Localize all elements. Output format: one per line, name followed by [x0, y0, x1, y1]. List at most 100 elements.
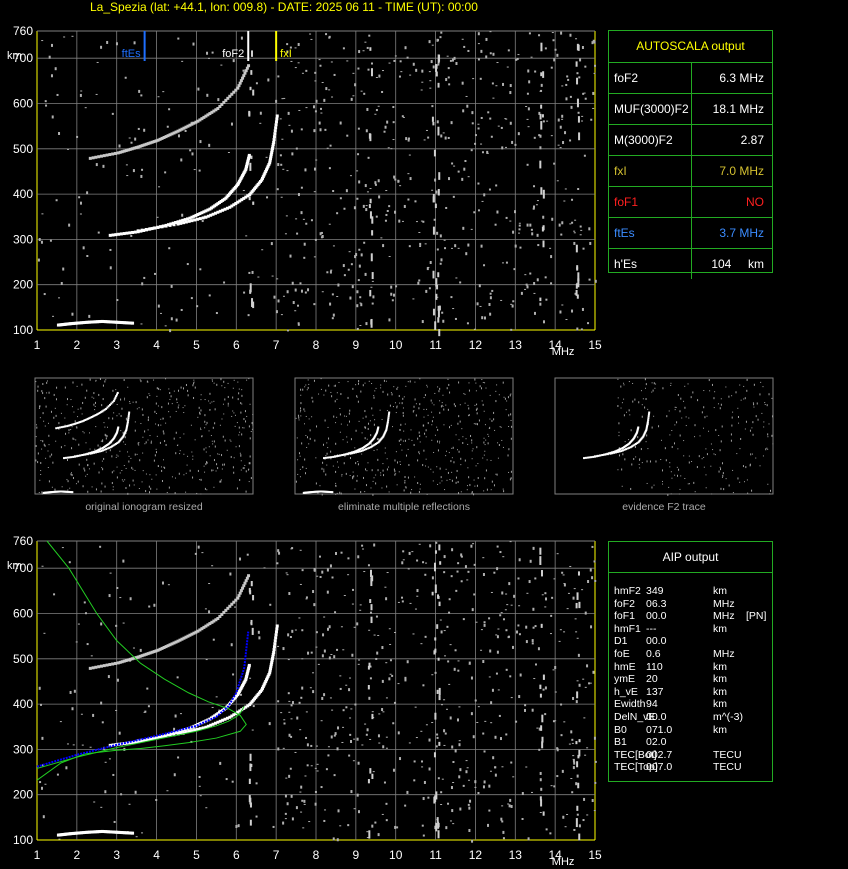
thumbnail-noise-dot	[38, 491, 40, 493]
thumbnail-noise-dot	[69, 487, 71, 489]
thumbnail-noise-dot	[327, 426, 329, 428]
noise-streak	[542, 674, 545, 680]
noise-dot	[251, 729, 254, 731]
aip-key: D1	[614, 635, 628, 648]
noise-streak	[575, 244, 578, 253]
noise-dot	[310, 219, 313, 222]
noise-dot	[307, 288, 310, 292]
thumbnail-noise-dot	[86, 389, 88, 392]
noise-dot	[371, 711, 374, 713]
noise-dot	[308, 821, 311, 823]
noise-dot	[508, 582, 511, 586]
noise-dot	[510, 328, 513, 331]
thumbnail-noise-dot	[462, 436, 464, 438]
trace-point	[94, 155, 98, 159]
aip-value: 06.3	[646, 597, 667, 610]
thumbnail-noise-dot	[303, 423, 305, 425]
noise-dot	[153, 603, 156, 607]
noise-dot	[492, 97, 495, 99]
autoscala-value: 2.87	[740, 133, 764, 147]
thumbnail-noise-dot	[505, 409, 507, 411]
noise-dot	[566, 75, 569, 78]
thumbnail-noise-dot	[464, 459, 466, 462]
noise-dot	[68, 223, 71, 227]
noise-dot	[451, 162, 454, 165]
noise-dot	[480, 116, 483, 119]
thumbnail-noise-dot	[458, 492, 460, 495]
noise-dot	[294, 67, 297, 69]
noise-dot	[116, 678, 119, 682]
noise-dot	[381, 813, 384, 815]
aip-unit: km	[713, 723, 727, 736]
noise-streak	[248, 795, 251, 803]
thumbnail-noise-dot	[715, 429, 717, 432]
thumbnail-noise-dot	[651, 391, 653, 393]
noise-dot	[476, 721, 479, 723]
noise-dot	[512, 230, 515, 234]
noise-streak	[371, 713, 374, 720]
thumbnail-noise-dot	[418, 490, 420, 493]
noise-dot	[467, 803, 470, 806]
noise-dot	[462, 618, 465, 621]
noise-dot	[50, 74, 53, 78]
noise-dot	[592, 107, 595, 109]
thumbnail-noise-dot	[618, 454, 620, 457]
noise-dot	[571, 221, 574, 224]
noise-dot	[104, 761, 107, 763]
noise-dot	[124, 76, 127, 79]
thumbnail-noise-dot	[111, 471, 113, 474]
noise-dot	[365, 208, 368, 212]
thumbnail-noise-dot	[424, 394, 426, 397]
noise-dot	[211, 706, 214, 708]
noise-dot	[587, 322, 590, 325]
thumbnail-noise-dot	[199, 479, 201, 481]
thumbnail-noise-dot	[509, 394, 511, 397]
x-tick-label: 6	[233, 848, 240, 862]
thumbnail-noise-dot	[617, 404, 619, 407]
noise-dot	[297, 304, 300, 307]
thumbnail-noise-dot	[393, 468, 395, 471]
noise-dot	[126, 175, 129, 177]
noise-dot	[400, 71, 403, 73]
noise-dot	[289, 254, 292, 258]
thumbnail-noise-dot	[742, 465, 744, 468]
noise-dot	[485, 55, 488, 59]
autoscala-divider	[691, 249, 692, 279]
noise-dot	[83, 601, 86, 604]
thumbnail-trace-point	[126, 421, 129, 424]
thumbnail-noise-dot	[423, 449, 425, 452]
noise-dot	[275, 310, 278, 314]
thumbnail-noise-dot	[489, 394, 491, 396]
noise-dot	[440, 31, 443, 34]
noise-dot	[385, 697, 388, 699]
noise-dot	[408, 245, 411, 248]
noise-dot	[487, 823, 490, 827]
thumbnail-noise-dot	[497, 457, 499, 459]
thumbnail-noise-dot	[503, 396, 505, 398]
thumbnail-noise-dot	[687, 483, 689, 485]
thumbnail-noise-dot	[385, 380, 387, 382]
thumbnail-noise-dot	[678, 493, 680, 495]
x-axis-label: MHz	[552, 346, 575, 358]
thumbnail-noise-dot	[745, 466, 747, 469]
thumbnail-noise-dot	[394, 459, 396, 462]
noise-dot	[516, 630, 519, 634]
noise-dot	[371, 302, 374, 305]
thumbnail-noise-dot	[116, 466, 118, 468]
noise-dot	[351, 603, 354, 605]
thumbnail-noise-dot	[645, 398, 647, 401]
thumbnail-noise-dot	[109, 449, 111, 452]
noise-dot	[554, 48, 557, 51]
thumbnail-noise-dot	[103, 422, 105, 424]
noise-dot	[294, 310, 297, 312]
thumbnail-noise-dot	[336, 398, 338, 400]
thumbnail-trace-point	[127, 419, 130, 422]
thumbnail-noise-dot	[165, 422, 167, 424]
noise-dot	[276, 278, 279, 280]
noise-dot	[197, 87, 200, 91]
noise-dot	[104, 790, 107, 794]
thumbnail-noise-dot	[104, 426, 106, 428]
thumbnail-noise-dot	[426, 384, 428, 386]
noise-dot	[561, 85, 564, 87]
noise-dot	[496, 210, 499, 214]
